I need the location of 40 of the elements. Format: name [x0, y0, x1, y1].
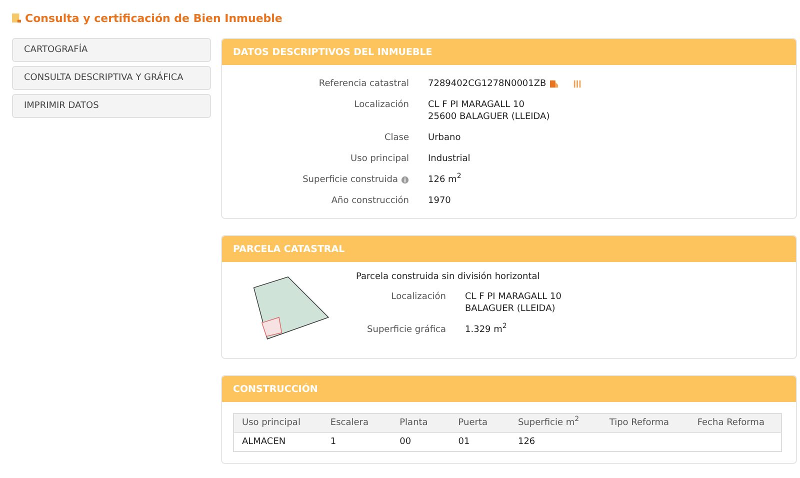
sidebar-item[interactable]: CONSULTA DESCRIPTIVA Y GRÁFICA: [12, 66, 211, 90]
field-label: Uso principal: [350, 153, 409, 165]
table-cell: 126: [518, 437, 536, 447]
field-value: 7289402CG1278N0001ZB: [428, 78, 546, 90]
column-header: Tipo Reforma: [609, 418, 670, 428]
panel-title: PARCELA CATASTRAL: [233, 244, 345, 254]
field-label: Localización: [391, 291, 446, 303]
field-value: CL F PI MARAGALL 10 25600 BALAGUER (LLEIDA): [428, 99, 550, 123]
page-title: Consulta y certificación de Bien Inmueble: [25, 12, 282, 24]
column-header: Planta: [400, 418, 428, 428]
barcode-icon[interactable]: [573, 79, 582, 89]
table-cell: ALMACEN: [242, 437, 286, 447]
column-header: Puerta: [458, 418, 488, 428]
column-header: Uso principal: [242, 418, 300, 428]
field-label: Superficie construida: [302, 174, 398, 186]
field-label: Superficie gráfica: [367, 324, 446, 336]
field-label: Año construcción: [331, 195, 409, 207]
field-value: Urbano: [428, 132, 461, 144]
copy-icon[interactable]: [550, 79, 560, 89]
field-value: Industrial: [428, 153, 470, 165]
field-label: Clase: [384, 132, 409, 144]
column-header: Fecha Reforma: [697, 418, 764, 428]
field-label: Localización: [354, 99, 409, 111]
table-cell: 1: [330, 437, 336, 447]
panel-title: DATOS DESCRIPTIVOS DEL INMUEBLE: [233, 46, 432, 58]
info-icon[interactable]: [401, 176, 409, 184]
field-value: 1970: [428, 195, 451, 207]
field-value: 126 m$^{2}$: [428, 174, 462, 186]
field-label: Referencia catastral: [318, 78, 409, 90]
sidebar-item[interactable]: IMPRIMIR DATOS: [12, 94, 211, 118]
table-cell: 01: [458, 437, 470, 447]
parcel-subtitle: Parcela construida sin división horizontal: [356, 272, 541, 282]
field-value: 1.329 m$^{2}$: [465, 324, 507, 336]
field-value: CL F PI MARAGALL 10 BALAGUER (LLEIDA): [465, 291, 562, 315]
column-header: Superficie m$^{2}$: [518, 418, 580, 428]
table-cell: 00: [400, 437, 412, 447]
document-icon: [12, 13, 21, 23]
panel-title: CONSTRUCCIÓN: [233, 384, 318, 394]
column-header: Escalera: [330, 418, 368, 428]
sidebar-item[interactable]: CARTOGRAFÍA: [12, 38, 211, 62]
